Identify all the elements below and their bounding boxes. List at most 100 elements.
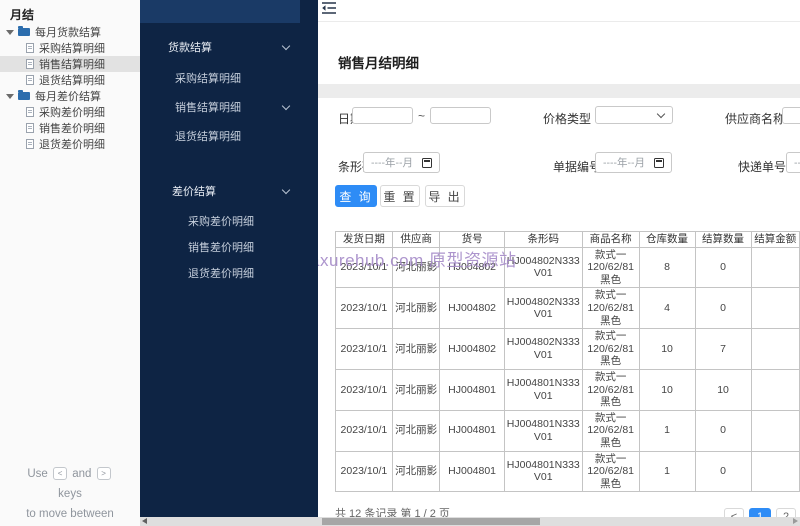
table-cell: HJ004801 bbox=[439, 450, 505, 493]
calendar-icon bbox=[422, 157, 432, 168]
table-cell bbox=[750, 450, 800, 493]
scroll-right-arrow-icon[interactable] bbox=[793, 518, 798, 524]
table-row: 2023/10/1 河北丽影 HJ004802 HJ004802N333 V01 款式一… bbox=[335, 287, 800, 330]
table-cell: 2023/10/1 bbox=[335, 246, 393, 289]
table-cell: 款式一 120/62/81 黑色 bbox=[581, 368, 640, 411]
table-cell: 2023/10/1 bbox=[335, 328, 393, 370]
sitemap-item-label: 退货差价明细 bbox=[39, 139, 105, 151]
barcode-month-picker[interactable]: ----年--月 bbox=[363, 152, 440, 173]
table-cell: 款式一 120/62/81 黑色 bbox=[581, 246, 640, 289]
sitemap-item-每月差价结算[interactable]: 每月差价结算 bbox=[0, 88, 140, 104]
sitemap-item-label: 销售差价明细 bbox=[39, 123, 105, 135]
table-cell: 1 bbox=[638, 450, 696, 493]
caret-down-icon[interactable] bbox=[6, 29, 14, 35]
nav-item-销售差价明细[interactable]: 销售差价明细 bbox=[188, 239, 254, 255]
nav-item-退货差价明细[interactable]: 退货差价明细 bbox=[188, 265, 254, 281]
scrollbar-thumb[interactable] bbox=[322, 518, 540, 525]
table-cell: 款式一 120/62/81 黑色 bbox=[581, 328, 640, 370]
date-to-input[interactable] bbox=[430, 107, 491, 124]
sitemap-item-销售结算明细[interactable]: 销售结算明细 bbox=[0, 56, 140, 72]
table-cell: 河北丽影 bbox=[391, 450, 441, 493]
table-cell: 7 bbox=[694, 328, 752, 370]
table-header-row: 发货日期 供应商 货号 条形码 商品名称 仓库数量 结算数量 结算金额 bbox=[335, 231, 800, 248]
column-header-结算数量: 结算数量 bbox=[694, 231, 752, 248]
table-cell bbox=[750, 409, 800, 452]
column-header-仓库数量: 仓库数量 bbox=[638, 231, 696, 248]
table-row: 2023/10/1 河北丽影 HJ004802 HJ004802N333 V01 款式一… bbox=[335, 246, 800, 289]
table-row: 2023/10/1 河北丽影 HJ004802 HJ004802N333 V01 款式一… bbox=[335, 328, 800, 370]
chevron-down-icon bbox=[281, 185, 291, 195]
sitemap-item-采购差价明细[interactable]: 采购差价明细 bbox=[0, 104, 140, 120]
nav-sidebar-header bbox=[140, 0, 300, 23]
table-cell: 河北丽影 bbox=[391, 328, 441, 370]
sitemap-item-退货结算明细[interactable]: 退货结算明细 bbox=[0, 72, 140, 88]
table-cell: 1 bbox=[638, 409, 696, 452]
sitemap-item-label: 采购差价明细 bbox=[39, 107, 105, 119]
sitemap-item-退货差价明细[interactable]: 退货差价明细 bbox=[0, 136, 140, 152]
sitemap-item-label: 每月货款结算 bbox=[35, 27, 101, 39]
table-row: 2023/10/1 河北丽影 HJ004801 HJ004801N333 V01 款式一… bbox=[335, 450, 800, 493]
table-row: 2023/10/1 河北丽影 HJ004801 HJ004801N333 V01 款式一… bbox=[335, 368, 800, 411]
table-cell: HJ004802 bbox=[439, 328, 505, 370]
table-cell: 8 bbox=[638, 246, 696, 289]
table-cell: 2023/10/1 bbox=[335, 368, 393, 411]
express-no-picker[interactable]: ----年--月 bbox=[786, 152, 800, 173]
table-cell: HJ004802N333 V01 bbox=[503, 246, 583, 289]
table-cell: 0 bbox=[694, 287, 752, 330]
main-topbar bbox=[318, 0, 800, 22]
supplier-label: 供应商名称 bbox=[725, 112, 786, 126]
sitemap-item-每月货款结算[interactable]: 每月货款结算 bbox=[0, 24, 140, 40]
keyboard-hint: Use < and > keys to move between pages bbox=[0, 464, 140, 526]
query-button[interactable]: 查 询 bbox=[335, 185, 377, 207]
table-cell: 河北丽影 bbox=[391, 246, 441, 289]
column-header-供应商: 供应商 bbox=[391, 231, 441, 248]
menu-fold-icon[interactable] bbox=[321, 1, 337, 15]
table-cell: 河北丽影 bbox=[391, 368, 441, 411]
nav-item-差价结算[interactable]: 差价结算 bbox=[172, 183, 216, 199]
table-cell: 2023/10/1 bbox=[335, 287, 393, 330]
export-button[interactable]: 导 出 bbox=[425, 185, 465, 207]
price-type-select[interactable] bbox=[595, 106, 673, 124]
sitemap-item-销售差价明细[interactable]: 销售差价明细 bbox=[0, 120, 140, 136]
scroll-left-arrow-icon[interactable] bbox=[142, 518, 147, 524]
nav-item-货款结算[interactable]: 货款结算 bbox=[168, 39, 212, 55]
nav-item-采购差价明细[interactable]: 采购差价明细 bbox=[188, 213, 254, 229]
reset-button[interactable]: 重 置 bbox=[380, 185, 420, 207]
table-cell: 10 bbox=[638, 328, 696, 370]
table-cell: 0 bbox=[694, 246, 752, 289]
nav-item-退货结算明细[interactable]: 退货结算明细 bbox=[175, 128, 241, 144]
table-cell: 2023/10/1 bbox=[335, 450, 393, 493]
table-cell: 2023/10/1 bbox=[335, 409, 393, 452]
express-no-label: 快递单号 bbox=[738, 160, 787, 174]
hint-line3: to move between bbox=[26, 508, 114, 521]
date-range-separator: ~ bbox=[418, 109, 426, 123]
sitemap-item-采购结算明细[interactable]: 采购结算明细 bbox=[0, 40, 140, 56]
horizontal-scrollbar[interactable] bbox=[140, 517, 800, 526]
date-from-input[interactable] bbox=[352, 107, 413, 124]
table-cell: 10 bbox=[694, 368, 752, 411]
table-header: 发货日期 供应商 货号 条形码 商品名称 仓库数量 结算数量 结算金额 bbox=[335, 231, 800, 248]
page-icon bbox=[26, 123, 34, 133]
left-key-icon: < bbox=[53, 467, 68, 481]
price-type-label: 价格类型 bbox=[543, 112, 592, 126]
table-row: 2023/10/1 河北丽影 HJ004801 HJ004801N333 V01 款式一… bbox=[335, 409, 800, 452]
table-cell: HJ004801N333 V01 bbox=[503, 368, 583, 411]
column-header-商品名称: 商品名称 bbox=[581, 231, 640, 248]
table-cell bbox=[750, 287, 800, 330]
nav-item-采购结算明细[interactable]: 采购结算明细 bbox=[175, 70, 241, 86]
table-cell: 款式一 120/62/81 黑色 bbox=[581, 450, 640, 493]
main-content: 销售月结明细 日期 ~ 价格类型 供应商名称 条形码 ----年--月 单据编号… bbox=[318, 0, 800, 526]
chevron-down-icon bbox=[281, 101, 291, 111]
sitemap-title: 月结 bbox=[10, 8, 35, 22]
page-title: 销售月结明细 bbox=[338, 56, 419, 71]
caret-down-icon[interactable] bbox=[6, 93, 14, 99]
nav-sidebar: 货款结算采购结算明细 销售结算明细 退货结算明细 差价结算采购差价明细 销售差价明细 退货… bbox=[140, 0, 318, 526]
supplier-input[interactable] bbox=[782, 107, 800, 124]
month-placeholder: ----年--月 bbox=[794, 157, 800, 169]
table-cell: 款式一 120/62/81 黑色 bbox=[581, 287, 640, 330]
table-cell: HJ004801N333 V01 bbox=[503, 450, 583, 493]
doc-no-month-picker[interactable]: ----年--月 bbox=[595, 152, 672, 173]
table-cell bbox=[750, 368, 800, 411]
sitemap-item-label: 退货结算明细 bbox=[39, 75, 105, 87]
nav-item-销售结算明细[interactable]: 销售结算明细 bbox=[175, 99, 241, 115]
